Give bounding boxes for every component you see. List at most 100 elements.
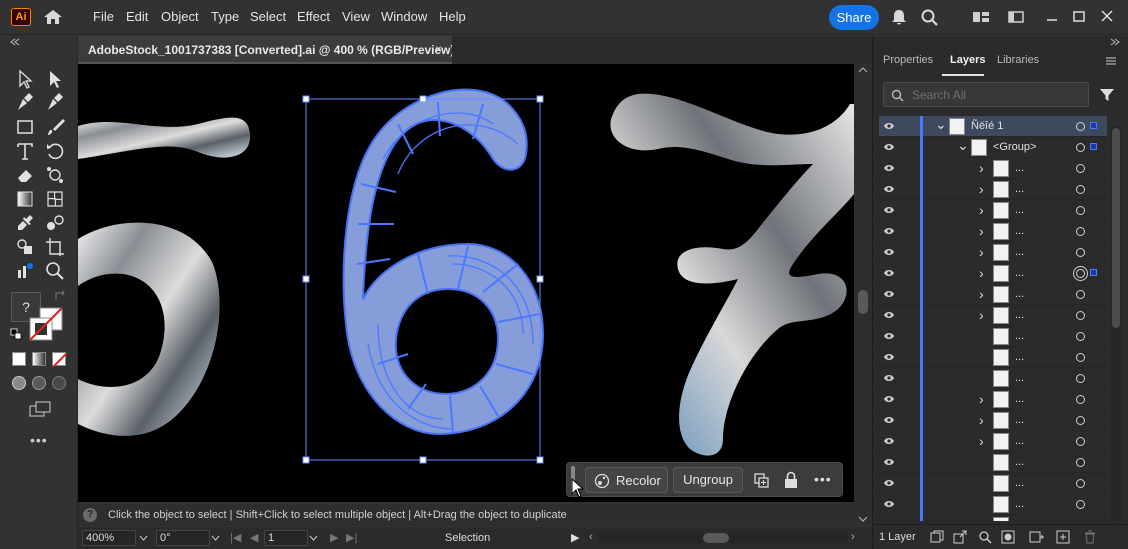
artboard-dropdown-chevron-icon[interactable] xyxy=(309,534,318,542)
target-circle-icon[interactable] xyxy=(1076,143,1085,152)
target-circle-icon[interactable] xyxy=(1076,332,1085,341)
recolor-button[interactable]: Recolor xyxy=(585,467,668,493)
ungroup-button[interactable]: Ungroup xyxy=(673,467,743,493)
minimize-icon[interactable] xyxy=(1042,8,1062,26)
home-icon[interactable] xyxy=(42,8,64,26)
visibility-eye-icon[interactable] xyxy=(883,415,895,425)
target-circle-icon[interactable] xyxy=(1076,248,1085,257)
visibility-eye-icon[interactable] xyxy=(883,310,895,320)
visibility-eye-icon[interactable] xyxy=(883,373,895,383)
gradient-tool[interactable] xyxy=(14,188,36,210)
fill-stroke-swatch[interactable] xyxy=(28,306,64,342)
target-circle-icon[interactable] xyxy=(1076,227,1085,236)
layers-scroll-thumb[interactable] xyxy=(1112,128,1120,328)
target-circle-icon[interactable] xyxy=(1076,458,1085,467)
visibility-eye-icon[interactable] xyxy=(883,436,895,446)
workspace-icon[interactable] xyxy=(1006,8,1026,26)
target-circle-icon[interactable] xyxy=(1076,269,1085,278)
expand-chevron-icon[interactable]: › xyxy=(979,223,984,239)
target-circle-icon[interactable] xyxy=(1076,416,1085,425)
object-row[interactable]: ›... xyxy=(879,242,1107,263)
tab-layers[interactable]: Layers xyxy=(950,54,985,66)
artboard-tool[interactable] xyxy=(44,236,66,258)
mesh-tool[interactable] xyxy=(44,188,66,210)
status-menu-icon[interactable]: ▶ xyxy=(571,531,579,544)
visibility-eye-icon[interactable] xyxy=(883,184,895,194)
blend-tool[interactable] xyxy=(44,212,66,234)
artboard-canvas[interactable] xyxy=(78,64,854,502)
target-circle-icon[interactable] xyxy=(1076,374,1085,383)
canvas-vertical-scroll-thumb[interactable] xyxy=(858,290,868,314)
object-row[interactable]: ›... xyxy=(879,179,1107,200)
expand-chevron-icon[interactable]: › xyxy=(979,307,984,323)
visibility-eye-icon[interactable] xyxy=(883,331,895,341)
tab-properties[interactable]: Properties xyxy=(883,54,933,66)
visibility-eye-icon[interactable] xyxy=(883,226,895,236)
visibility-eye-icon[interactable] xyxy=(883,142,895,152)
expand-chevron-icon[interactable]: › xyxy=(979,181,984,197)
rotation-dropdown-chevron-icon[interactable] xyxy=(211,534,220,542)
last-artboard-icon[interactable]: ▶| xyxy=(346,531,357,544)
color-mode-button[interactable] xyxy=(12,352,26,366)
target-circle-icon[interactable] xyxy=(1076,479,1085,488)
menu-view[interactable]: View xyxy=(342,9,370,24)
locate-object-icon[interactable] xyxy=(978,530,992,544)
collapse-panel-icon[interactable] xyxy=(10,38,20,46)
new-layer-icon[interactable] xyxy=(1056,530,1070,544)
visibility-eye-icon[interactable] xyxy=(883,352,895,362)
duplicate-icon[interactable] xyxy=(753,472,769,488)
target-circle-icon[interactable] xyxy=(1076,353,1085,362)
selection-tool[interactable] xyxy=(14,68,36,90)
direct-selection-tool[interactable] xyxy=(44,68,66,90)
lock-icon[interactable] xyxy=(783,471,799,489)
menu-effect[interactable]: Effect xyxy=(297,9,330,24)
zoom-dropdown-chevron-icon[interactable] xyxy=(139,534,148,542)
object-row[interactable]: ... xyxy=(879,452,1107,473)
target-circle-icon[interactable] xyxy=(1076,206,1085,215)
visibility-eye-icon[interactable] xyxy=(883,520,895,521)
visibility-eye-icon[interactable] xyxy=(883,289,895,299)
visibility-eye-icon[interactable] xyxy=(883,499,895,509)
gradient-mode-button[interactable] xyxy=(32,352,46,366)
menu-window[interactable]: Window xyxy=(381,9,427,24)
clipping-mask-icon[interactable] xyxy=(1001,530,1015,544)
eraser-tool[interactable] xyxy=(14,164,36,186)
help-icon[interactable]: ? xyxy=(83,508,97,522)
menu-type[interactable]: Type xyxy=(211,9,239,24)
close-icon[interactable] xyxy=(1097,8,1117,26)
shape-builder-tool[interactable] xyxy=(14,236,36,258)
panel-menu-icon[interactable] xyxy=(1105,56,1117,66)
layers-search-box[interactable]: Search All xyxy=(883,82,1089,107)
expand-panel-icon[interactable] xyxy=(1109,38,1121,46)
object-row[interactable]: ›... xyxy=(879,431,1107,452)
collapse-chevron-icon[interactable]: ⌄ xyxy=(957,137,969,154)
rectangle-tool[interactable] xyxy=(14,116,36,138)
target-circle-icon[interactable] xyxy=(1076,500,1085,509)
menu-edit[interactable]: Edit xyxy=(126,9,148,24)
group-row[interactable]: ⌄ <Group> xyxy=(879,137,1107,158)
visibility-eye-icon[interactable] xyxy=(883,478,895,488)
draw-inside-button[interactable] xyxy=(52,376,66,390)
scroll-right-icon[interactable]: › xyxy=(851,531,855,543)
object-row[interactable]: ... xyxy=(879,347,1107,368)
graph-tool[interactable] xyxy=(14,260,36,282)
document-tab[interactable]: AdobeStock_1001737383 [Converted].ai @ 4… xyxy=(78,36,455,64)
swap-colors-icon[interactable] xyxy=(54,290,68,302)
share-button[interactable]: Share xyxy=(829,5,879,30)
scroll-down-icon[interactable] xyxy=(857,515,869,523)
more-options-icon[interactable]: ••• xyxy=(814,471,832,487)
zoom-tool[interactable] xyxy=(44,260,66,282)
pen-tool[interactable] xyxy=(14,92,36,114)
tab-libraries[interactable]: Libraries xyxy=(997,54,1039,66)
curvature-tool[interactable] xyxy=(44,92,66,114)
draw-normal-button[interactable] xyxy=(12,376,26,390)
expand-chevron-icon[interactable]: › xyxy=(979,244,984,260)
previous-artboard-icon[interactable]: ◀ xyxy=(250,531,258,544)
visibility-eye-icon[interactable] xyxy=(883,163,895,173)
rotation-field[interactable]: 0° xyxy=(156,530,210,546)
artboard-number-field[interactable]: 1 xyxy=(264,530,308,546)
visibility-eye-icon[interactable] xyxy=(883,121,895,131)
object-row[interactable]: ›... xyxy=(879,389,1107,410)
more-tools-icon[interactable]: ••• xyxy=(30,432,48,448)
bell-icon[interactable] xyxy=(889,8,909,26)
